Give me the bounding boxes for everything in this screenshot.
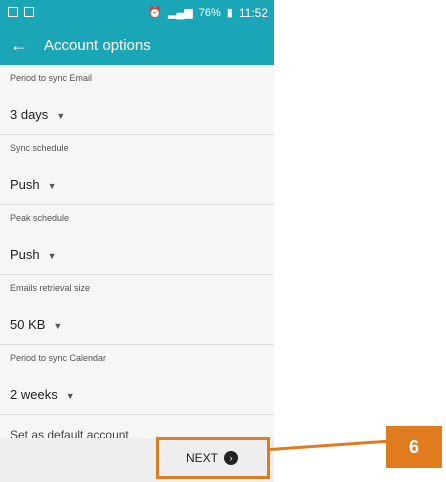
setting-value-dropdown[interactable]: 2 weeks ▼ [10, 387, 75, 402]
setting-emails-retrieval-size[interactable]: Emails retrieval size 50 KB ▼ [0, 275, 274, 345]
caret-down-icon: ▼ [47, 181, 57, 191]
battery-icon: ▮ [226, 7, 233, 19]
setting-value-dropdown[interactable]: 3 days ▼ [10, 107, 65, 122]
setting-sync-schedule[interactable]: Sync schedule Push ▼ [0, 135, 274, 205]
setting-value-dropdown[interactable]: Push ▼ [10, 177, 57, 192]
notification-icon [24, 7, 34, 17]
battery-percent: 76% [198, 7, 221, 19]
arrow-left-icon[interactable]: ← [10, 35, 28, 55]
caret-down-icon: ▼ [53, 321, 63, 331]
setting-value-dropdown[interactable]: 50 KB ▼ [10, 317, 62, 332]
phone-screen: ⏰ ▂▄▆ 76% ▮ 11:52 ← Account options Peri… [0, 0, 274, 482]
setting-period-sync-email[interactable]: Period to sync Email 3 days ▼ [0, 65, 274, 135]
status-notifications [8, 7, 34, 17]
app-bar: ← Account options [0, 27, 274, 65]
clock: 11:52 [238, 6, 268, 20]
setting-label: Sync schedule [10, 143, 69, 153]
setting-value-dropdown[interactable]: Push ▼ [10, 247, 57, 262]
notification-icon [8, 7, 18, 17]
caret-down-icon: ▼ [65, 391, 75, 401]
settings-list: Period to sync Email 3 days ▼ Sync schedu… [0, 65, 274, 438]
status-bar: ⏰ ▂▄▆ 76% ▮ 11:52 [0, 0, 274, 27]
setting-period-sync-calendar[interactable]: Period to sync Calendar 2 weeks ▼ [0, 345, 274, 415]
status-indicators: ⏰ ▂▄▆ 76% ▮ 11:52 [148, 6, 268, 20]
caret-down-icon: ▼ [47, 251, 57, 261]
signal-icon: ▂▄▆ [168, 7, 193, 19]
setting-label: Period to sync Calendar [10, 353, 107, 363]
setting-label: Peak schedule [10, 213, 70, 223]
setting-label: Period to sync Email [10, 73, 93, 83]
page-title: Account options [44, 37, 151, 54]
setting-label: Emails retrieval size [10, 283, 91, 293]
alarm-icon: ⏰ [148, 7, 163, 19]
caret-down-icon: ▼ [56, 111, 66, 121]
callout-line [269, 439, 388, 451]
highlight-box [156, 437, 270, 479]
setting-default-account-partial[interactable]: Set as default account [10, 428, 129, 438]
setting-peak-schedule[interactable]: Peak schedule Push ▼ [0, 205, 274, 275]
step-badge: 6 [386, 426, 442, 468]
